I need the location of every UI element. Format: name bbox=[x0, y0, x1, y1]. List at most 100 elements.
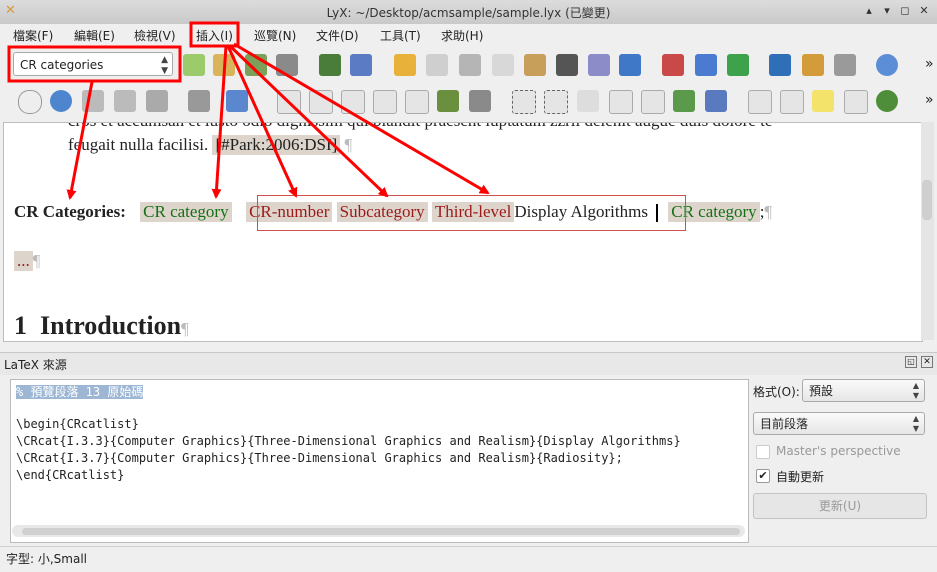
cr-categories-label: CR Categories: bbox=[14, 202, 126, 221]
latex-panel-title: LaTeX 來源 bbox=[4, 358, 67, 372]
description-icon[interactable] bbox=[341, 90, 365, 114]
label-icon[interactable] bbox=[577, 90, 599, 112]
emphasis-icon[interactable] bbox=[662, 54, 684, 76]
document-scrollbar[interactable] bbox=[921, 122, 934, 340]
redo-icon[interactable] bbox=[426, 54, 448, 76]
citation-inset[interactable]: [#Park:2006:DSI] bbox=[212, 135, 341, 155]
indent-icon[interactable] bbox=[437, 90, 459, 112]
close-icon[interactable]: ✕ bbox=[917, 4, 931, 18]
pilcrow-2: ¶ bbox=[764, 202, 773, 221]
math-icon[interactable] bbox=[769, 54, 791, 76]
print-icon[interactable] bbox=[276, 54, 298, 76]
nomenclature-icon[interactable] bbox=[705, 90, 727, 112]
itemize-icon[interactable] bbox=[277, 90, 301, 114]
doc-text: feugait nulla facilisi. bbox=[68, 135, 209, 154]
maximize-icon[interactable]: ◻ bbox=[898, 4, 912, 18]
cut-icon[interactable] bbox=[459, 54, 481, 76]
outline-icon[interactable] bbox=[405, 90, 429, 114]
menu-document[interactable]: 文件(D) bbox=[316, 27, 359, 44]
float-icon[interactable] bbox=[512, 90, 536, 114]
margin-note-icon[interactable] bbox=[780, 90, 804, 114]
format-select[interactable]: 預設 ▲ ▼ bbox=[802, 379, 925, 402]
update-button[interactable]: 更新(U) bbox=[753, 493, 927, 519]
inset-group-frame bbox=[257, 195, 686, 231]
text-style-icon[interactable] bbox=[695, 54, 717, 76]
undo-icon[interactable] bbox=[394, 54, 416, 76]
enumerate-icon[interactable] bbox=[309, 90, 333, 114]
update-dropdown-icon[interactable] bbox=[226, 90, 248, 112]
save-icon[interactable] bbox=[245, 54, 267, 76]
ert-line: ... ¶ bbox=[14, 251, 40, 271]
spin-arrows-icon-3: ▲ ▼ bbox=[912, 414, 919, 433]
new-document-icon[interactable] bbox=[183, 54, 205, 76]
footnote-icon[interactable] bbox=[748, 90, 772, 114]
source-hscroll-thumb[interactable] bbox=[22, 528, 740, 535]
figure-icon[interactable] bbox=[802, 54, 824, 76]
window-title: LyX: ~/Desktop/acmsample/sample.lyx (已變更… bbox=[326, 6, 611, 20]
index-icon[interactable] bbox=[673, 90, 695, 112]
toolbar-overflow-icon-2[interactable]: » bbox=[925, 92, 934, 108]
scope-select[interactable]: 目前段落 ▲ ▼ bbox=[753, 412, 925, 435]
main-toolbar: CR categories ▲ ▼ » bbox=[0, 46, 937, 80]
chevron-up-icon[interactable]: ▴ bbox=[862, 4, 876, 18]
view-other-icon[interactable] bbox=[146, 90, 168, 112]
update-master-icon[interactable] bbox=[114, 90, 136, 112]
auto-update-label: 自動更新 bbox=[776, 470, 825, 484]
cr-category-inset-1[interactable]: CR category bbox=[140, 202, 232, 222]
masters-perspective-checkbox[interactable] bbox=[756, 445, 770, 459]
hyperlink-icon[interactable] bbox=[876, 90, 898, 112]
view-master-icon[interactable] bbox=[82, 90, 104, 112]
spin-arrows-icon-2: ▲ ▼ bbox=[912, 381, 919, 400]
find-replace-icon[interactable] bbox=[588, 54, 610, 76]
latex-source-view[interactable]: % 預覽段落 13 原始碼 \begin{CRcatlist} \CRcat{I… bbox=[10, 379, 749, 543]
close-panel-icon[interactable]: ✕ bbox=[921, 356, 933, 368]
document-scroll-thumb[interactable] bbox=[922, 180, 932, 220]
section-number: 1 bbox=[14, 311, 27, 340]
pilcrow: ¶ bbox=[344, 135, 353, 154]
section-title: Introduction bbox=[40, 311, 182, 340]
menu-view[interactable]: 檢視(V) bbox=[134, 27, 176, 44]
toolbar-overflow-icon[interactable]: » bbox=[925, 56, 934, 72]
view-dropdown-icon[interactable] bbox=[188, 90, 210, 112]
spin-arrows-icon: ▲ ▼ bbox=[161, 55, 168, 76]
menu-file[interactable]: 檔案(F) bbox=[13, 27, 53, 44]
auto-update-checkbox[interactable]: ✔ bbox=[756, 469, 770, 483]
thesaurus-icon[interactable] bbox=[350, 54, 372, 76]
cross-ref-icon[interactable] bbox=[609, 90, 633, 114]
float-panel-icon[interactable]: ◱ bbox=[905, 356, 917, 368]
outdent-icon[interactable] bbox=[469, 90, 491, 112]
format-label: 格式(O): bbox=[753, 385, 800, 399]
track-changes-icon[interactable] bbox=[619, 54, 641, 76]
menu-help[interactable]: 求助(H) bbox=[441, 27, 483, 44]
layout-combo-value: CR categories bbox=[20, 58, 104, 72]
table-icon[interactable] bbox=[834, 54, 856, 76]
spell-icon[interactable] bbox=[727, 54, 749, 76]
ert-icon[interactable] bbox=[844, 90, 868, 114]
menu-navigate[interactable]: 巡覽(N) bbox=[254, 27, 296, 44]
spellcheck-icon[interactable] bbox=[319, 54, 341, 76]
layout-combo[interactable]: CR categories ▲ ▼ bbox=[13, 52, 173, 76]
compass-icon[interactable] bbox=[876, 54, 898, 76]
masters-perspective-label: Master's perspective bbox=[776, 444, 901, 458]
document-editor[interactable]: cros et accumsan et iusto odio dignissim… bbox=[3, 122, 923, 342]
note-icon[interactable] bbox=[812, 90, 834, 112]
menu-insert[interactable]: 插入(I) bbox=[196, 27, 233, 44]
menu-edit[interactable]: 編輯(E) bbox=[74, 27, 115, 44]
update-icon[interactable] bbox=[50, 90, 72, 112]
table-float-icon[interactable] bbox=[544, 90, 568, 114]
format-select-value: 預設 bbox=[809, 384, 834, 398]
list-icon[interactable] bbox=[373, 90, 397, 114]
citation-icon[interactable] bbox=[641, 90, 665, 114]
open-icon[interactable] bbox=[213, 54, 235, 76]
find-icon[interactable] bbox=[556, 54, 578, 76]
menu-tools[interactable]: 工具(T) bbox=[380, 27, 421, 44]
view-icon[interactable] bbox=[18, 90, 42, 114]
copy-icon[interactable] bbox=[492, 54, 514, 76]
title-bar: ✕ LyX: ~/Desktop/acmsample/sample.lyx (已… bbox=[0, 0, 937, 25]
source-line-end: \end{CRcatlist} bbox=[16, 468, 125, 482]
source-line-crcat-2: \CRcat{I.3.7}{Computer Graphics}{Three-D… bbox=[16, 451, 623, 465]
menu-bar: 檔案(F) 編輯(E) 檢視(V) 插入(I) 巡覽(N) 文件(D) 工具(T… bbox=[0, 24, 937, 46]
paste-icon[interactable] bbox=[524, 54, 546, 76]
ellipsis-inset[interactable]: ... bbox=[14, 251, 33, 271]
minimize-icon[interactable]: ▾ bbox=[880, 4, 894, 18]
